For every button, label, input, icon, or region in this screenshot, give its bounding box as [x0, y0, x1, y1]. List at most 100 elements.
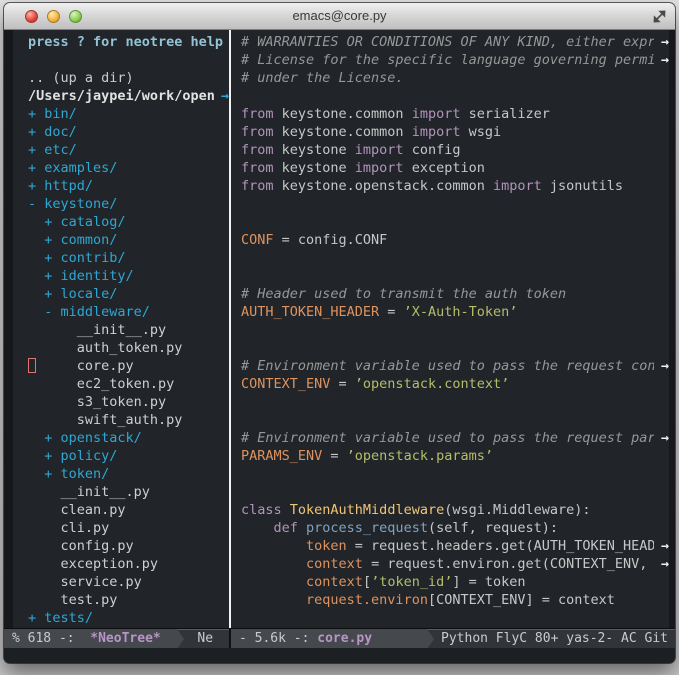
- tree-item-directory[interactable]: + common/: [28, 231, 229, 249]
- tree-item-file[interactable]: config.py: [28, 537, 229, 555]
- tree-item-file[interactable]: s3_token.py: [28, 393, 229, 411]
- code-token-fn: process_request: [306, 520, 428, 536]
- tree-item-file[interactable]: __init__.py: [28, 483, 229, 501]
- code-line[interactable]: # WARRANTIES OR CONDITIONS OF ANY KIND, …: [241, 33, 669, 51]
- emacs-window: emacs@core.py press ? for neotree help..…: [4, 3, 675, 663]
- code-line[interactable]: [241, 483, 669, 501]
- code-line[interactable]: # Header used to transmit the auth token: [241, 285, 669, 303]
- tree-item-directory[interactable]: + doc/: [28, 123, 229, 141]
- tree-item-directory[interactable]: - keystone/: [28, 195, 229, 213]
- code-line[interactable]: CONF = config.CONF: [241, 231, 669, 249]
- tree-item-directory[interactable]: + httpd/: [28, 177, 229, 195]
- line-truncation-icon: →: [654, 33, 669, 51]
- tree-item-file[interactable]: auth_token.py: [28, 339, 229, 357]
- code-token-str: ’X-Auth-Token’: [403, 304, 518, 320]
- close-button[interactable]: [25, 10, 38, 23]
- code-token-kw: def: [273, 520, 307, 536]
- code-line[interactable]: from keystone import exception: [241, 159, 669, 177]
- code-window[interactable]: # WARRANTIES OR CONDITIONS OF ANY KIND, …: [231, 30, 675, 628]
- tree-item-directory[interactable]: + openstack/: [28, 429, 229, 447]
- code-token-plain: keystone.common: [281, 124, 412, 140]
- modelines: % 618 -: *NeoTree* Ne - 5.6k -: core.py …: [4, 628, 675, 648]
- code-token-plain: config: [411, 142, 461, 158]
- code-line[interactable]: [241, 87, 669, 105]
- tree-item-directory[interactable]: + locale/: [28, 285, 229, 303]
- modeline-position: % 618 -:: [12, 631, 75, 646]
- code-token-com: # License for the specific language gove…: [241, 52, 664, 68]
- code-line[interactable]: [241, 249, 669, 267]
- code-token-plain: (self, request):: [427, 520, 558, 536]
- code-token-plain: =: [330, 376, 355, 392]
- window-titlebar[interactable]: emacs@core.py: [4, 3, 675, 30]
- tree-item-directory[interactable]: + policy/: [28, 447, 229, 465]
- tree-item-directory[interactable]: - middleware/: [28, 303, 229, 321]
- code-line[interactable]: [241, 339, 669, 357]
- tree-item-file[interactable]: service.py: [28, 573, 229, 591]
- code-line[interactable]: # under the License.: [241, 69, 669, 87]
- tree-line[interactable]: .. (up a dir): [28, 69, 229, 87]
- code-line[interactable]: [241, 393, 669, 411]
- neotree-sidebar[interactable]: press ? for neotree help .. (up a dir)/Us…: [4, 30, 229, 628]
- tree-root-path[interactable]: /Users/jaypei/work/opens →: [28, 87, 229, 105]
- line-truncation-icon: →: [654, 51, 669, 69]
- code-line[interactable]: # Environment variable used to pass the …: [241, 357, 669, 375]
- echo-area[interactable]: [4, 648, 675, 663]
- code-line[interactable]: from keystone.openstack.common import js…: [241, 177, 669, 195]
- tree-item-directory[interactable]: + catalog/: [28, 213, 229, 231]
- code-line[interactable]: PARAMS_ENV = ’openstack.params’: [241, 447, 669, 465]
- tree-item-file[interactable]: core.py: [28, 357, 229, 375]
- code-token-plain: jsonutils: [549, 178, 624, 194]
- tree-item-directory[interactable]: + examples/: [28, 159, 229, 177]
- code-token-var: request.environ: [306, 592, 428, 608]
- tree-item-directory[interactable]: + identity/: [28, 267, 229, 285]
- left-fringe: [4, 30, 13, 628]
- code-line[interactable]: context[’token_id’] = token: [241, 573, 669, 591]
- code-line[interactable]: [241, 465, 669, 483]
- tree-item-directory[interactable]: + tests/: [28, 609, 229, 627]
- code-line[interactable]: [241, 195, 669, 213]
- code-token-com: # Environment variable used to pass the …: [241, 358, 664, 374]
- code-body[interactable]: # WARRANTIES OR CONDITIONS OF ANY KIND, …: [231, 30, 669, 628]
- neotree-help-text: press ? for neotree help: [28, 34, 224, 50]
- tree-item-directory[interactable]: + etc/: [28, 141, 229, 159]
- code-token-str: ’openstack.context’: [354, 376, 510, 392]
- code-token-plain: =: [322, 448, 347, 464]
- code-line[interactable]: token = request.headers.get(AUTH_TOKEN_H…: [241, 537, 669, 555]
- code-token-kw: from: [241, 106, 282, 122]
- tree-item-file[interactable]: test.py: [28, 591, 229, 609]
- tree-item-file[interactable]: swift_auth.py: [28, 411, 229, 429]
- code-line[interactable]: request.environ[CONTEXT_ENV] = context: [241, 591, 669, 609]
- minimize-button[interactable]: [47, 10, 60, 23]
- code-token-plain: keystone.common: [281, 106, 412, 122]
- tree-item-file[interactable]: ec2_token.py: [28, 375, 229, 393]
- tree-item-directory[interactable]: + bin/: [28, 105, 229, 123]
- tree-item-directory[interactable]: + token/: [28, 465, 229, 483]
- modeline-neotree-main: % 618 -: *NeoTree*: [4, 629, 177, 648]
- code-line[interactable]: # License for the specific language gove…: [241, 51, 669, 69]
- neotree-body[interactable]: press ? for neotree help .. (up a dir)/Us…: [13, 30, 229, 628]
- code-line[interactable]: AUTH_TOKEN_HEADER = ’X-Auth-Token’: [241, 303, 669, 321]
- code-line[interactable]: [241, 267, 669, 285]
- code-token-kw: from: [241, 124, 282, 140]
- code-line[interactable]: [241, 321, 669, 339]
- resize-icon[interactable]: [652, 9, 667, 24]
- code-line[interactable]: from keystone import config: [241, 141, 669, 159]
- code-line[interactable]: from keystone.common import serializer: [241, 105, 669, 123]
- line-truncation-icon: →: [654, 429, 669, 447]
- code-line[interactable]: [241, 213, 669, 231]
- tree-item-file[interactable]: cli.py: [28, 519, 229, 537]
- tree-item-directory[interactable]: + contrib/: [28, 249, 229, 267]
- code-line[interactable]: class TokenAuthMiddleware(wsgi.Middlewar…: [241, 501, 669, 519]
- tree-item-file[interactable]: exception.py: [28, 555, 229, 573]
- tree-item-file[interactable]: clean.py: [28, 501, 229, 519]
- code-token-com: # Environment variable used to pass the …: [241, 430, 664, 446]
- code-line[interactable]: from keystone.common import wsgi: [241, 123, 669, 141]
- code-line[interactable]: # Environment variable used to pass the …: [241, 429, 669, 447]
- tree-item-file[interactable]: __init__.py: [28, 321, 229, 339]
- code-line[interactable]: def process_request(self, request):: [241, 519, 669, 537]
- code-line[interactable]: CONTEXT_ENV = ’openstack.context’: [241, 375, 669, 393]
- code-line[interactable]: context = request.environ.get(CONTEXT_EN…: [241, 555, 669, 573]
- modeline-code-buffer-name: core.py: [317, 631, 373, 646]
- zoom-button[interactable]: [69, 10, 82, 23]
- code-line[interactable]: [241, 411, 669, 429]
